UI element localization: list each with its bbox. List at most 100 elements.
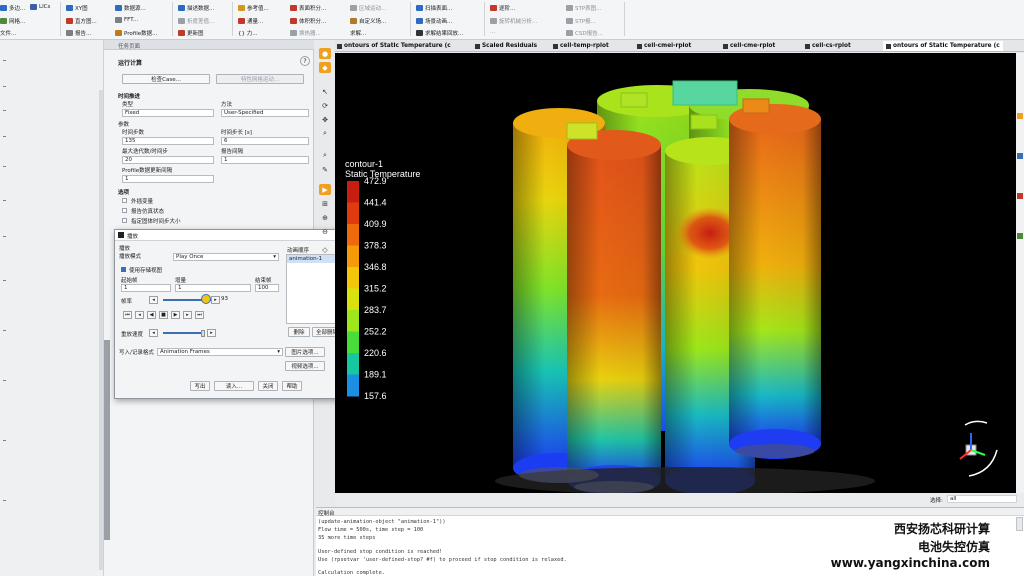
step-size-input[interactable]: 6: [221, 137, 309, 145]
stop-icon[interactable]: ■: [159, 311, 168, 319]
console-close-icon[interactable]: [1016, 517, 1023, 531]
tab-cell-temp[interactable]: cell-temp-rplot: [553, 41, 609, 51]
ribbon-item[interactable]: 换热器...: [290, 29, 321, 37]
ribbon-item[interactable]: 体积积分...: [290, 17, 326, 25]
tree-scrollbar[interactable]: [99, 90, 103, 570]
skip-forward-icon[interactable]: ⏭: [195, 311, 204, 319]
ribbon-item[interactable]: 文件...: [0, 29, 16, 37]
write-button[interactable]: 写出: [190, 381, 210, 391]
close-button[interactable]: 关闭: [258, 381, 278, 391]
report-status-checkbox[interactable]: [122, 208, 127, 213]
probe-icon[interactable]: ✎: [319, 164, 331, 175]
help-button[interactable]: 帮助: [282, 381, 302, 391]
picture-options-button[interactable]: 图片选项...: [285, 347, 325, 357]
graphics-viewport[interactable]: contour-1 Static Temperature 472.9 441.4 4…: [335, 53, 1016, 493]
ribbon-item[interactable]: 扫描表面...: [416, 4, 452, 12]
selection-input[interactable]: all: [947, 495, 1017, 503]
speed-slider-handle[interactable]: [201, 330, 205, 337]
play-icon[interactable]: ▶: [171, 311, 180, 319]
zoom-icon[interactable]: ⌕: [319, 128, 331, 139]
ribbon-item[interactable]: 表面积分...: [290, 4, 326, 12]
tab-residuals[interactable]: Scaled Residuals: [475, 41, 537, 51]
ribbon-item[interactable]: 区域运动...: [350, 4, 386, 12]
select-icon[interactable]: ▶: [319, 184, 331, 195]
ribbon-item[interactable]: 求解结果回放...: [416, 29, 463, 37]
extrapolate-checkbox[interactable]: [122, 198, 127, 203]
right-toolbar-icon[interactable]: [1017, 153, 1023, 159]
ribbon-item[interactable]: 逐阶...: [490, 4, 515, 12]
delete-button[interactable]: 删除: [288, 327, 310, 337]
num-steps-input[interactable]: 135: [122, 137, 214, 145]
ribbon-item[interactable]: 参考值...: [238, 4, 269, 12]
tab-cell-cs[interactable]: cell-cs-rplot: [805, 41, 851, 51]
ribbon-item[interactable]: ...: [490, 29, 495, 35]
ribbon-item[interactable]: CSD报告...: [566, 29, 603, 37]
ribbon-item[interactable]: 场景动画...: [416, 17, 452, 25]
end-frame-input[interactable]: 100: [255, 284, 279, 292]
report-interval-input[interactable]: 1: [221, 156, 309, 164]
graphics-icon[interactable]: ◆: [319, 62, 331, 73]
ribbon-item[interactable]: 描述数据...: [178, 4, 214, 12]
speed-slider-track[interactable]: [163, 332, 203, 334]
frame-slider-handle[interactable]: [201, 294, 211, 304]
zoom-box-icon[interactable]: ⌕: [319, 150, 331, 161]
ribbon-item[interactable]: 更新图: [178, 29, 204, 37]
ribbon-item[interactable]: 直方图...: [66, 17, 97, 25]
ribbon-item[interactable]: 求解...: [350, 29, 366, 37]
speed-decrement-button[interactable]: ◂: [149, 329, 158, 337]
iso-view-icon[interactable]: ◇: [319, 244, 331, 255]
profile-interval-input[interactable]: 1: [122, 175, 214, 183]
write-format-select[interactable]: Animation Frames ▾: [157, 348, 283, 356]
read-button[interactable]: 读入...: [214, 381, 254, 391]
ribbon-item[interactable]: 自定义场...: [350, 17, 386, 25]
task-panel-scrollbar[interactable]: [104, 340, 110, 540]
video-options-button[interactable]: 视频选项...: [285, 361, 325, 371]
skip-back-icon[interactable]: ⏮: [123, 311, 132, 319]
play-reverse-icon[interactable]: ◀: [147, 311, 156, 319]
rotate-icon[interactable]: ⟳: [319, 100, 331, 111]
ribbon-item[interactable]: {} 力...: [238, 29, 258, 37]
pan-icon[interactable]: ✥: [319, 114, 331, 125]
speed-increment-button[interactable]: ▸: [207, 329, 216, 337]
right-toolbar-icon[interactable]: [1017, 193, 1023, 199]
check-case-button[interactable]: 检查Case...: [122, 74, 210, 84]
step-forward-icon[interactable]: ▸: [183, 311, 192, 319]
camera-icon[interactable]: ●: [319, 48, 331, 59]
frame-decrement-button[interactable]: ◂: [149, 296, 158, 304]
zoom-in-icon[interactable]: ⊕: [319, 212, 331, 223]
solid-step-checkbox[interactable]: [122, 218, 127, 223]
use-stored-views-checkbox[interactable]: [121, 267, 126, 272]
tab-contours-active[interactable]: ontours of Static Temperature (c: [883, 41, 1003, 51]
ribbon-item[interactable]: 网格...: [0, 17, 25, 25]
pointer-icon[interactable]: ↖: [319, 86, 331, 97]
start-frame-input[interactable]: 1: [121, 284, 171, 292]
step-back-icon[interactable]: ◂: [135, 311, 144, 319]
ribbon-item[interactable]: 数据源...: [115, 4, 146, 12]
ribbon-item[interactable]: FFT...: [115, 17, 138, 23]
ribbon-item[interactable]: LICs: [30, 4, 50, 10]
frame-increment-button[interactable]: ▸: [211, 296, 220, 304]
max-iter-input[interactable]: 20: [122, 156, 214, 164]
ribbon-item[interactable]: 报告...: [66, 29, 91, 37]
ribbon-item[interactable]: 旋转机械分析...: [490, 17, 537, 25]
help-icon[interactable]: ?: [300, 56, 310, 66]
right-toolbar-icon[interactable]: [1017, 233, 1023, 239]
ribbon-item[interactable]: 折度差值...: [178, 17, 214, 25]
tab-cell-cme[interactable]: cell-cme-rplot: [723, 41, 775, 51]
ribbon-item[interactable]: 通量...: [238, 17, 263, 25]
ribbon-item[interactable]: XY图: [66, 4, 88, 12]
zoom-out-icon[interactable]: ⊖: [319, 226, 331, 237]
mode-select[interactable]: Play Once ▾: [173, 253, 279, 261]
fit-icon[interactable]: ⊞: [319, 198, 331, 209]
ribbon-item[interactable]: Profile数据...: [115, 29, 157, 37]
tab-contours[interactable]: ontours of Static Temperature (c: [337, 41, 451, 51]
right-toolbar-icon[interactable]: [1017, 113, 1023, 119]
type-select[interactable]: Fixed: [122, 109, 214, 117]
method-select[interactable]: User-Specified: [221, 109, 309, 117]
tab-cell-cmei[interactable]: cell-cmei-rplot: [637, 41, 691, 51]
ribbon-item[interactable]: STP报...: [566, 17, 596, 25]
ribbon-item[interactable]: 多边...: [0, 4, 25, 12]
increment-input[interactable]: 1: [175, 284, 251, 292]
ribbon-item[interactable]: STP表图...: [566, 4, 601, 12]
preview-mesh-button[interactable]: 特性网格运动...: [216, 74, 304, 84]
